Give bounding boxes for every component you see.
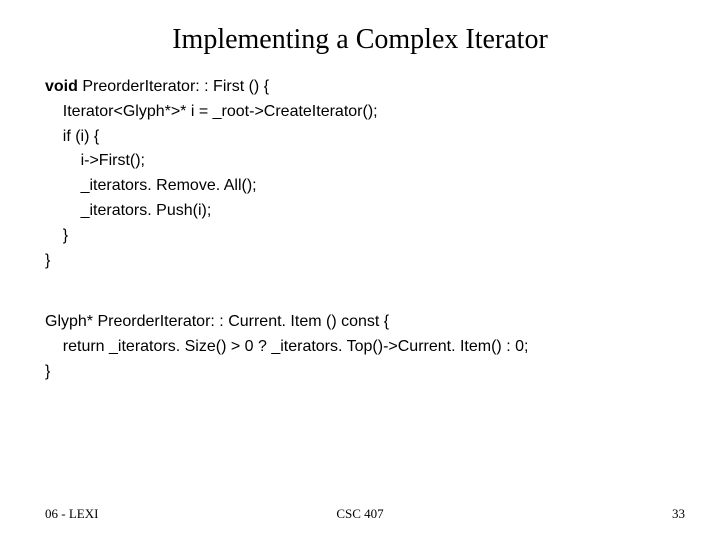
code-line: _iterators. Push(i); bbox=[45, 202, 211, 219]
code-line: Iterator<Glyph*>* i = _root->CreateItera… bbox=[45, 103, 378, 120]
code-line: } bbox=[45, 363, 50, 380]
code-line: _iterators. Remove. All(); bbox=[45, 177, 257, 194]
keyword-void: void bbox=[45, 78, 78, 95]
slide-title: Implementing a Complex Iterator bbox=[0, 24, 720, 56]
code-line: i->First(); bbox=[45, 152, 145, 169]
code-line: } bbox=[45, 227, 68, 244]
footer-right: 33 bbox=[672, 506, 685, 522]
code-block-currentitem: Glyph* PreorderIterator: : Current. Item… bbox=[45, 310, 528, 384]
code-line: return _iterators. Size() > 0 ? _iterato… bbox=[45, 338, 528, 355]
footer-center: CSC 407 bbox=[0, 506, 720, 522]
code-line: if (i) { bbox=[45, 128, 99, 145]
code-line: PreorderIterator: : First () { bbox=[78, 78, 269, 95]
slide: Implementing a Complex Iterator void Pre… bbox=[0, 0, 720, 540]
code-line: Glyph* PreorderIterator: : Current. Item… bbox=[45, 313, 389, 330]
code-line: } bbox=[45, 252, 50, 269]
code-block-first: void PreorderIterator: : First () { Iter… bbox=[45, 75, 378, 273]
